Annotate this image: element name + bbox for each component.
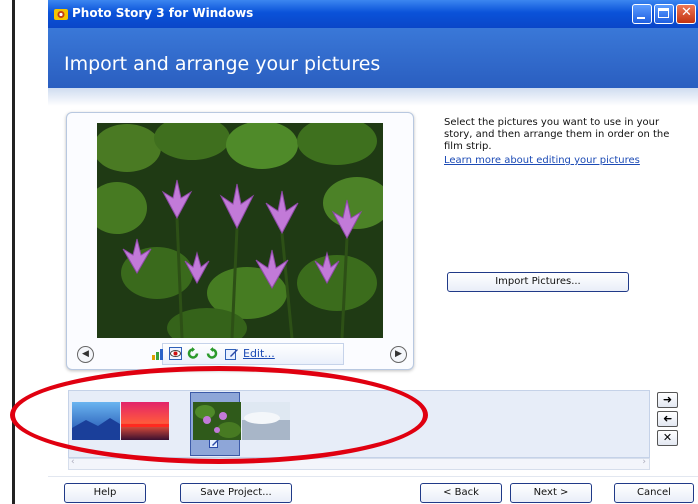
left-border-line xyxy=(12,0,15,504)
outer-left-margin xyxy=(0,0,48,504)
picture-preview-panel: ◀ ▶ Edit... xyxy=(66,112,414,370)
rotate-right-icon[interactable] xyxy=(205,347,218,360)
close-button[interactable]: ✕ xyxy=(676,4,696,24)
edit-toolbar: Edit... xyxy=(152,343,344,365)
red-eye-icon[interactable] xyxy=(169,347,182,360)
thumbnail-clouds[interactable] xyxy=(242,402,290,440)
edit-link[interactable]: Edit... xyxy=(243,347,275,360)
learn-more-link[interactable]: Learn more about editing your pictures xyxy=(444,155,640,166)
header-shade xyxy=(48,88,698,106)
save-project-button[interactable]: Save Project... xyxy=(180,483,292,503)
wizard-header: Import and arrange your pictures xyxy=(48,28,698,88)
cancel-button[interactable]: Cancel xyxy=(614,483,694,503)
scroll-right-icon[interactable]: › xyxy=(642,457,646,467)
previous-picture-button[interactable]: ◀ xyxy=(77,346,94,363)
thumbnail-sunset[interactable] xyxy=(121,402,169,440)
arrow-left-circle-icon: ◀ xyxy=(82,349,89,359)
back-button[interactable]: < Back xyxy=(420,483,502,503)
page-title: Import and arrange your pictures xyxy=(64,53,381,75)
import-pictures-button[interactable]: Import Pictures... xyxy=(447,272,629,292)
filmstrip-scrollbar[interactable]: ‹ › xyxy=(68,457,650,470)
title-bar: Photo Story 3 for Windows ✕ xyxy=(48,0,698,28)
close-icon: ✕ xyxy=(681,5,692,20)
app-icon xyxy=(54,9,68,20)
app-window: Photo Story 3 for Windows ✕ Import and a… xyxy=(48,0,698,504)
auto-correct-icon[interactable] xyxy=(151,347,164,360)
remove-picture-button[interactable]: ✕ xyxy=(657,430,678,446)
thumbnail-blue-mountains[interactable] xyxy=(72,402,120,440)
next-picture-button[interactable]: ▶ xyxy=(390,346,407,363)
next-button[interactable]: Next > xyxy=(510,483,592,503)
move-left-button[interactable]: ➜ xyxy=(657,411,678,427)
window-title: Photo Story 3 for Windows xyxy=(72,6,254,20)
help-button[interactable]: Help xyxy=(64,483,146,503)
arrow-right-circle-icon: ▶ xyxy=(395,349,402,359)
remove-icon: ✕ xyxy=(662,431,673,444)
instructions-text: Select the pictures you want to use in y… xyxy=(444,117,670,152)
maximize-icon xyxy=(658,8,669,18)
scroll-left-icon[interactable]: ‹ xyxy=(71,457,75,467)
move-right-icon: ➜ xyxy=(662,393,673,406)
thumbnail-water-lilies[interactable] xyxy=(193,402,241,440)
minimize-icon xyxy=(637,17,645,19)
footer-divider xyxy=(48,476,698,477)
move-right-button[interactable]: ➜ xyxy=(657,392,678,408)
move-left-icon: ➜ xyxy=(662,412,673,425)
filmstrip xyxy=(68,390,650,458)
edit-icon[interactable] xyxy=(225,347,238,360)
preview-image xyxy=(97,123,383,338)
maximize-button[interactable] xyxy=(654,4,674,24)
minimize-button[interactable] xyxy=(632,4,652,24)
rotate-left-icon[interactable] xyxy=(187,347,200,360)
